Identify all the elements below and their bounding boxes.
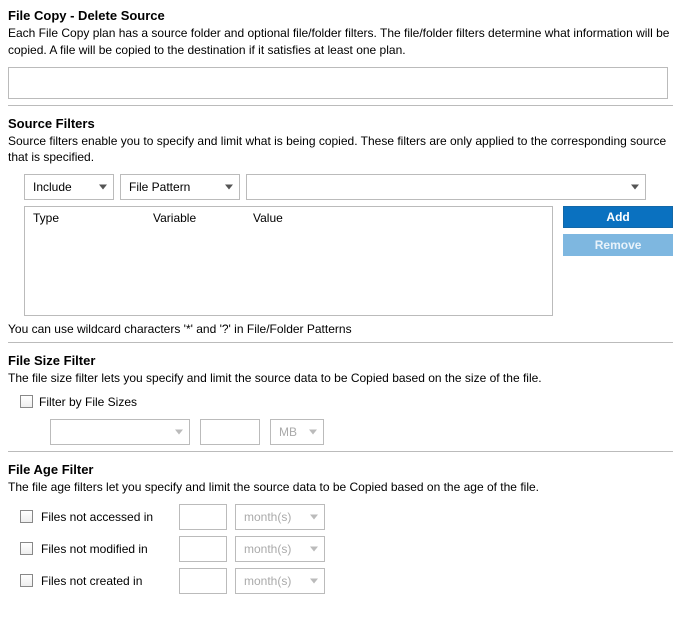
size-comparator-dropdown [50, 419, 190, 445]
include-dropdown-label: Include [33, 180, 72, 194]
pattern-dropdown[interactable]: File Pattern [120, 174, 240, 200]
filter-by-size-label: Filter by File Sizes [39, 395, 137, 409]
chevron-down-icon [631, 185, 639, 190]
col-value: Value [253, 211, 544, 225]
age-accessed-input [179, 504, 227, 530]
age-created-checkbox[interactable] [20, 574, 33, 587]
remove-button: Remove [563, 234, 673, 256]
divider [8, 451, 673, 452]
file-age-title: File Age Filter [8, 462, 673, 477]
age-accessed-checkbox[interactable] [20, 510, 33, 523]
size-unit-dropdown: MB [270, 419, 324, 445]
age-accessed-unit-dropdown: month(s) [235, 504, 325, 530]
include-dropdown[interactable]: Include [24, 174, 114, 200]
chevron-down-icon [175, 429, 183, 434]
size-unit-label: MB [279, 425, 297, 439]
filters-table-header: Type Variable Value [25, 207, 552, 229]
source-folder-input[interactable] [8, 67, 668, 99]
source-filters-title: Source Filters [8, 116, 673, 131]
age-accessed-unit-label: month(s) [244, 510, 291, 524]
age-created-unit-label: month(s) [244, 574, 291, 588]
age-created-input [179, 568, 227, 594]
chevron-down-icon [309, 429, 317, 434]
source-filters-desc: Source filters enable you to specify and… [8, 133, 673, 167]
chevron-down-icon [310, 546, 318, 551]
divider [8, 342, 673, 343]
age-modified-label: Files not modified in [41, 542, 171, 556]
chevron-down-icon [310, 578, 318, 583]
filters-table: Type Variable Value [24, 206, 553, 316]
file-size-desc: The file size filter lets you specify an… [8, 370, 673, 387]
age-accessed-label: Files not accessed in [41, 510, 171, 524]
size-value-input [200, 419, 260, 445]
age-created-unit-dropdown: month(s) [235, 568, 325, 594]
divider [8, 105, 673, 106]
file-copy-title: File Copy - Delete Source [8, 8, 673, 23]
file-age-desc: The file age filters let you specify and… [8, 479, 673, 496]
age-modified-unit-dropdown: month(s) [235, 536, 325, 562]
add-button[interactable]: Add [563, 206, 673, 228]
col-type: Type [33, 211, 153, 225]
age-row-modified: Files not modified in month(s) [20, 536, 673, 562]
age-modified-checkbox[interactable] [20, 542, 33, 555]
age-row-accessed: Files not accessed in month(s) [20, 504, 673, 530]
col-variable: Variable [153, 211, 253, 225]
pattern-dropdown-label: File Pattern [129, 180, 190, 194]
age-created-label: Files not created in [41, 574, 171, 588]
age-row-created: Files not created in month(s) [20, 568, 673, 594]
file-copy-desc: Each File Copy plan has a source folder … [8, 25, 673, 59]
age-modified-input [179, 536, 227, 562]
chevron-down-icon [99, 185, 107, 190]
filter-value-dropdown[interactable] [246, 174, 646, 200]
chevron-down-icon [225, 185, 233, 190]
wildcard-hint: You can use wildcard characters '*' and … [8, 322, 673, 336]
file-size-title: File Size Filter [8, 353, 673, 368]
age-modified-unit-label: month(s) [244, 542, 291, 556]
filter-by-size-checkbox[interactable] [20, 395, 33, 408]
chevron-down-icon [310, 514, 318, 519]
